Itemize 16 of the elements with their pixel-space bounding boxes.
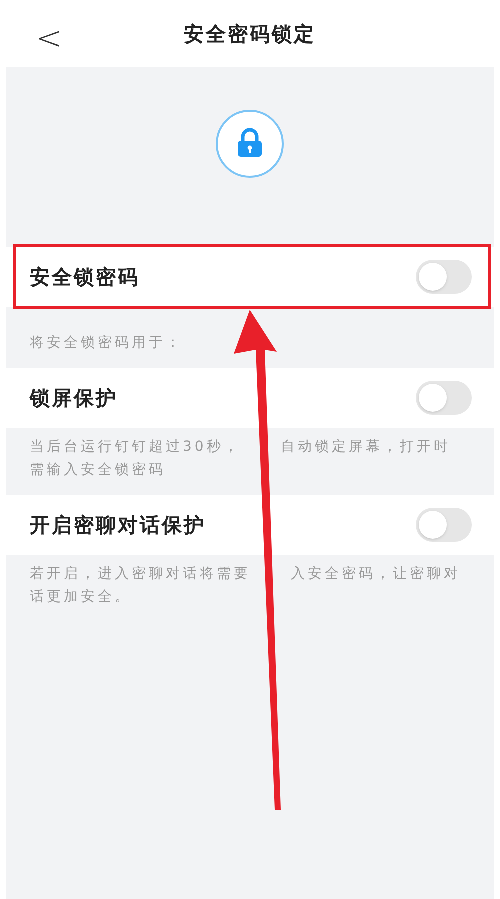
- setting-label: 锁屏保护: [30, 385, 118, 412]
- back-button[interactable]: <: [36, 14, 63, 62]
- section-caption: 将安全锁密码用于：: [29, 334, 184, 353]
- setting-label: 开启密聊对话保护: [30, 512, 206, 539]
- description-text: 需输入安全锁密码: [30, 461, 166, 480]
- page-title: 安全密码锁定: [184, 20, 316, 48]
- description-text: 自动锁定屏幕，打开时: [280, 438, 451, 457]
- description-text: 入安全密码，让密聊对: [291, 565, 461, 584]
- toggle-switch[interactable]: [416, 508, 472, 542]
- description-text: 若开启，进入密聊对话将需要: [30, 565, 251, 584]
- toggle-switch[interactable]: [416, 260, 472, 294]
- toggle-switch[interactable]: [416, 381, 472, 415]
- description-text: 话更加安全。: [30, 588, 132, 607]
- setting-label: 安全锁密码: [30, 264, 140, 291]
- lock-icon: [215, 109, 285, 179]
- description-text: 当后台运行钉钉超过30秒，: [30, 438, 241, 457]
